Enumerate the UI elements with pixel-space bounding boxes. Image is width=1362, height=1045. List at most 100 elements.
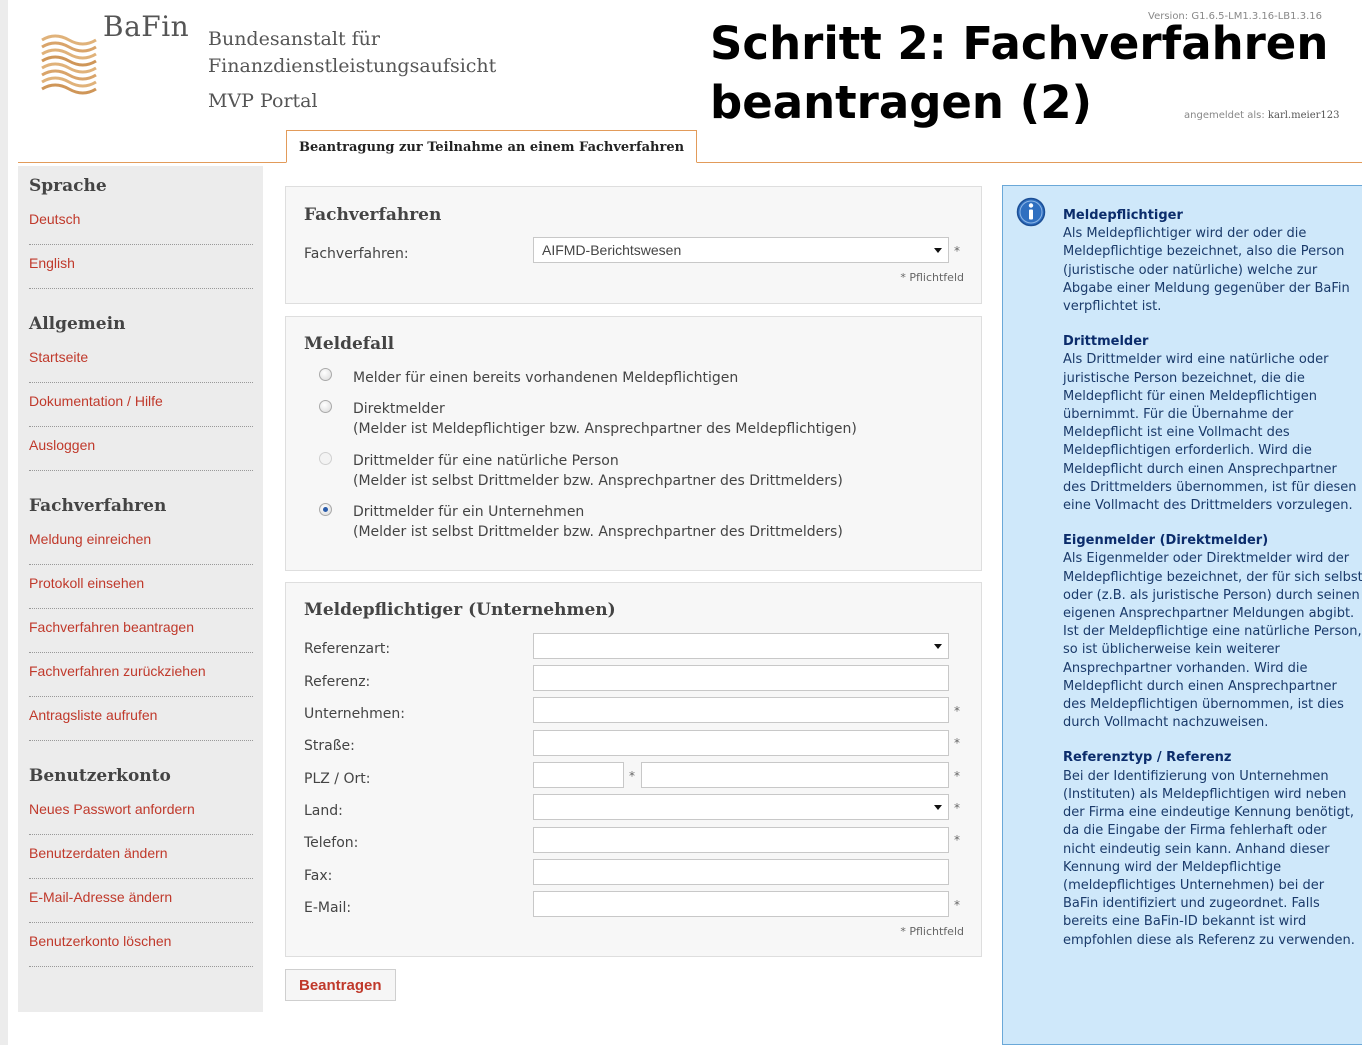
info-text-drittmelder: Als Drittmelder wird eine natürliche ode… (1063, 352, 1357, 514)
radio-option-3-line-2: (Melder ist selbst Drittmelder bzw. Ansp… (353, 473, 843, 489)
chevron-down-icon (934, 248, 942, 253)
plz-ort-label: PLZ / Ort: (304, 771, 371, 787)
fachverfahren-panel: Fachverfahren Fachverfahren: AIFMD-Beric… (285, 186, 982, 304)
radio-option-1[interactable] (319, 368, 332, 381)
radio-option-2-line-2: (Melder ist Meldepflichtiger bzw. Anspre… (353, 421, 857, 437)
unternehmen-input[interactable] (533, 697, 949, 723)
meldepflichtiger-title: Meldepflichtiger (Unternehmen) (304, 600, 616, 620)
radio-option-3-label: Drittmelder für eine natürliche Person (… (353, 451, 843, 491)
sidebar-item-email-aendern[interactable]: E-Mail-Adresse ändern (29, 879, 253, 923)
brand-name: BaFin (103, 10, 190, 43)
sidebar-heading-fachverfahren: Fachverfahren (29, 496, 167, 516)
info-icon (1016, 197, 1046, 227)
beantragen-button[interactable]: Beantragen (285, 969, 396, 1001)
sidebar-item-antragsliste[interactable]: Antragsliste aufrufen (29, 697, 253, 741)
page-title-line-2: beantragen (2) (710, 76, 1093, 129)
portal-name: MVP Portal (208, 90, 318, 112)
logged-in-user: karl.meier123 (1267, 110, 1340, 121)
required-marker: * (954, 769, 960, 783)
referenz-label: Referenz: (304, 674, 371, 690)
sidebar-item-konto-loeschen[interactable]: Benutzerkonto löschen (29, 923, 253, 967)
radio-option-2-label: Direktmelder (Melder ist Meldepflichtige… (353, 399, 857, 439)
institution-name: Bundesanstalt für Finanzdienstleistungsa… (208, 26, 496, 80)
radio-option-3-line-1: Drittmelder für eine natürliche Person (353, 453, 619, 469)
strasse-label: Straße: (304, 738, 355, 754)
version-label: Version: G1.6.5-LM1.3.16-LB1.3.16 (1148, 11, 1322, 22)
radio-option-1-line-1: Melder für einen bereits vorhandenen Mel… (353, 370, 739, 386)
sidebar-item-fachverfahren-beantragen[interactable]: Fachverfahren beantragen (29, 609, 253, 653)
info-heading-drittmelder: Drittmelder (1063, 334, 1149, 350)
info-text-meldepflichtiger: Als Meldepflichtiger wird der oder die M… (1063, 226, 1350, 315)
sidebar-item-dokumentation[interactable]: Dokumentation / Hilfe (29, 383, 253, 427)
sidebar-item-benutzerdaten[interactable]: Benutzerdaten ändern (29, 835, 253, 879)
required-marker: * (954, 704, 960, 718)
meldefall-title: Meldefall (304, 334, 395, 354)
email-label: E-Mail: (304, 900, 352, 916)
info-text-referenz: Bei der Identifizierung von Unternehmen … (1063, 768, 1355, 948)
logged-in-info: angemeldet als: karl.meier123 (1184, 110, 1339, 121)
chevron-down-icon (934, 644, 942, 649)
meldefall-panel: Meldefall Melder für einen bereits vorha… (285, 316, 982, 571)
info-box: Meldepflichtiger Als Meldepflichtiger wi… (1002, 185, 1362, 1045)
strasse-input[interactable] (533, 730, 949, 756)
info-text-eigenmelder: Als Eigenmelder oder Direktmelder wird d… (1063, 551, 1362, 731)
sidebar-item-fachverfahren-zurueckziehen[interactable]: Fachverfahren zurückziehen (29, 653, 253, 697)
telefon-label: Telefon: (304, 835, 359, 851)
unternehmen-label: Unternehmen: (304, 706, 405, 722)
required-marker: * (954, 833, 960, 847)
sidebar-item-english[interactable]: English (29, 245, 253, 289)
fachverfahren-title: Fachverfahren (304, 205, 442, 225)
logged-in-label: angemeldet als: (1184, 110, 1265, 121)
info-heading-meldepflichtiger: Meldepflichtiger (1063, 208, 1183, 223)
tab-beantragung[interactable]: Beantragung zur Teilnahme an einem Fachv… (286, 130, 698, 163)
sidebar-item-protokoll-einsehen[interactable]: Protokoll einsehen (29, 565, 253, 609)
page-title-line-1: Schritt 2: Fachverfahren (710, 17, 1329, 70)
sidebar-heading-allgemein: Allgemein (29, 314, 126, 334)
radio-option-3[interactable] (319, 452, 332, 465)
ort-input[interactable] (641, 762, 949, 788)
fachverfahren-select[interactable]: AIFMD-Berichtswesen (533, 237, 949, 263)
referenzart-select[interactable] (533, 633, 949, 659)
sidebar-item-startseite[interactable]: Startseite (29, 339, 253, 383)
page: BaFin Bundesanstalt für Finanzdienstleis… (8, 0, 1362, 1045)
required-marker: * (954, 736, 960, 750)
radio-option-4-line-1: Drittmelder für ein Unternehmen (353, 504, 585, 520)
telefon-input[interactable] (533, 827, 949, 853)
radio-option-2[interactable] (319, 400, 332, 413)
email-input[interactable] (533, 891, 949, 917)
sidebar-item-passwort[interactable]: Neues Passwort anfordern (29, 791, 253, 835)
radio-option-4-line-2: (Melder ist selbst Drittmelder bzw. Ansp… (353, 524, 843, 540)
required-marker: * (954, 801, 960, 815)
sidebar-heading-benutzerkonto: Benutzerkonto (29, 766, 171, 786)
plz-input[interactable] (533, 762, 624, 788)
required-note: * Pflichtfeld (900, 271, 964, 284)
required-marker: * (954, 244, 960, 258)
info-text: Meldepflichtiger Als Meldepflichtiger wi… (1063, 207, 1362, 967)
land-select[interactable] (533, 794, 949, 820)
referenz-input[interactable] (533, 665, 949, 691)
institution-line-2: Finanzdienstleistungsaufsicht (208, 55, 497, 77)
required-marker: * (954, 898, 960, 912)
required-marker: * (629, 769, 635, 783)
fachverfahren-select-value: AIFMD-Berichtswesen (542, 242, 682, 258)
sidebar-item-ausloggen[interactable]: Ausloggen (29, 427, 253, 471)
land-label: Land: (304, 803, 343, 819)
required-note: * Pflichtfeld (900, 925, 964, 938)
info-heading-eigenmelder: Eigenmelder (Direktmelder) (1063, 533, 1269, 549)
sidebar-heading-sprache: Sprache (29, 176, 107, 196)
institution-line-1: Bundesanstalt für (208, 28, 380, 50)
bafin-logo (41, 34, 97, 95)
meldepflichtiger-panel: Meldepflichtiger (Unternehmen) Referenza… (285, 582, 982, 957)
sidebar: Sprache Deutsch English Allgemein Starts… (18, 166, 263, 1012)
sidebar-item-deutsch[interactable]: Deutsch (29, 201, 253, 245)
fax-input[interactable] (533, 859, 949, 885)
info-heading-referenz: Referenztyp / Referenz (1063, 750, 1232, 766)
radio-option-1-label: Melder für einen bereits vorhandenen Mel… (353, 368, 738, 388)
fachverfahren-label: Fachverfahren: (304, 246, 409, 262)
chevron-down-icon (934, 805, 942, 810)
radio-option-4-label: Drittmelder für ein Unternehmen (Melder … (353, 502, 843, 542)
referenzart-label: Referenzart: (304, 641, 391, 657)
sidebar-item-meldung-einreichen[interactable]: Meldung einreichen (29, 521, 253, 565)
radio-option-4[interactable] (319, 503, 332, 516)
fax-label: Fax: (304, 868, 333, 884)
